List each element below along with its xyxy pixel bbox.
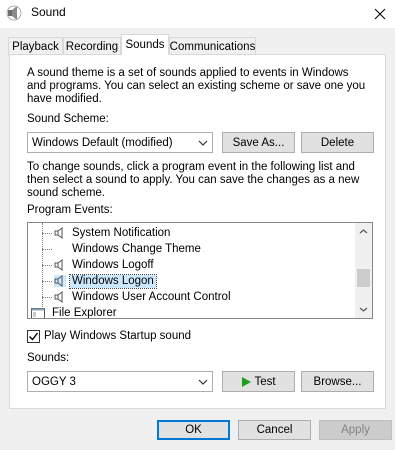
- close-button[interactable]: [365, 0, 395, 28]
- scroll-up-button[interactable]: [355, 223, 372, 240]
- play-icon: [242, 376, 252, 387]
- intro-text-2: and programs. You can select an existing…: [27, 80, 366, 92]
- tab-sounds[interactable]: Sounds: [121, 34, 169, 55]
- instruction-text-2: then select a sound to apply. You can sa…: [27, 174, 360, 186]
- speaker-icon: [54, 275, 66, 287]
- list-item-windows-change-theme[interactable]: Windows Change Theme: [28, 241, 358, 257]
- sound-select-value: OGGY 3: [32, 375, 76, 388]
- title-bar: Sound: [0, 0, 395, 28]
- speaker-icon: [54, 259, 63, 271]
- save-as-button[interactable]: Save As...: [222, 132, 295, 153]
- startup-sound-label[interactable]: Play Windows Startup sound: [44, 330, 191, 343]
- speaker-app-icon: [6, 5, 22, 21]
- intro-text-3: have modified.: [27, 93, 102, 105]
- chevron-down-icon: [198, 140, 208, 146]
- events-label: Program Events:: [27, 204, 113, 216]
- chevron-up-icon: [359, 229, 368, 234]
- test-button[interactable]: Test: [222, 371, 295, 392]
- window-title: Sound: [31, 5, 66, 19]
- scroll-thumb[interactable]: [357, 269, 370, 287]
- scheme-select[interactable]: Windows Default (modified): [27, 132, 213, 153]
- startup-sound-checkbox[interactable]: [27, 330, 40, 343]
- cancel-button[interactable]: Cancel: [238, 420, 311, 440]
- list-item-file-explorer[interactable]: File Explorer: [28, 305, 358, 318]
- delete-button[interactable]: Delete: [301, 132, 374, 153]
- list-item-windows-uac[interactable]: Windows User Account Control: [28, 289, 358, 305]
- checkmark-icon: [29, 332, 39, 341]
- close-icon: [374, 8, 386, 20]
- speaker-icon: [54, 291, 63, 303]
- sounds-label: Sounds:: [27, 352, 70, 364]
- explorer-icon: [31, 308, 45, 318]
- ok-button[interactable]: OK: [157, 420, 230, 440]
- instruction-text-1: To change sounds, click a program event …: [27, 161, 355, 173]
- chevron-down-icon: [359, 307, 368, 312]
- chevron-down-icon: [198, 379, 208, 385]
- scroll-down-button[interactable]: [355, 301, 372, 318]
- instruction-text-3: sound scheme.: [27, 187, 105, 199]
- speaker-icon: [54, 227, 63, 239]
- list-item-windows-logon[interactable]: Windows Logon: [28, 273, 358, 289]
- events-scrollbar[interactable]: [355, 223, 372, 318]
- apply-button[interactable]: Apply: [319, 420, 392, 440]
- scheme-label: Sound Scheme:: [27, 113, 109, 125]
- program-events-list[interactable]: System Notification Windows Change Theme…: [27, 222, 373, 319]
- list-item-system-notification[interactable]: System Notification: [28, 225, 358, 241]
- intro-text-1: A sound theme is a set of sounds applied…: [27, 67, 349, 79]
- browse-button[interactable]: Browse...: [301, 371, 374, 392]
- sound-select[interactable]: OGGY 3: [27, 371, 213, 392]
- list-item-windows-logoff[interactable]: Windows Logoff: [28, 257, 358, 273]
- scheme-select-value: Windows Default (modified): [32, 136, 173, 149]
